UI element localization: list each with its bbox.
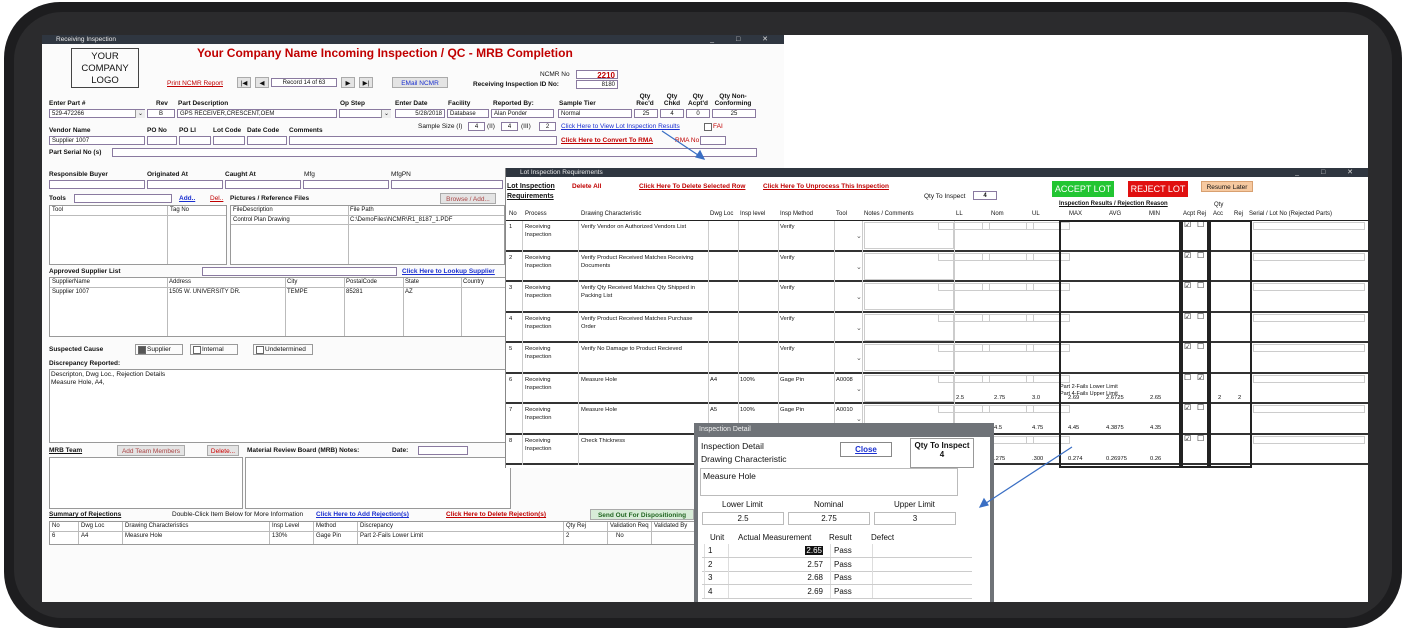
connector-arrows — [661, 130, 1073, 508]
screen: Receiving Inspection _ □ ✕ YOUR COMPANY … — [42, 35, 1368, 602]
arrow-head-detail — [978, 497, 989, 508]
arrow-to-detail-dialog — [979, 446, 1073, 508]
arrow-head-lot — [695, 149, 706, 160]
